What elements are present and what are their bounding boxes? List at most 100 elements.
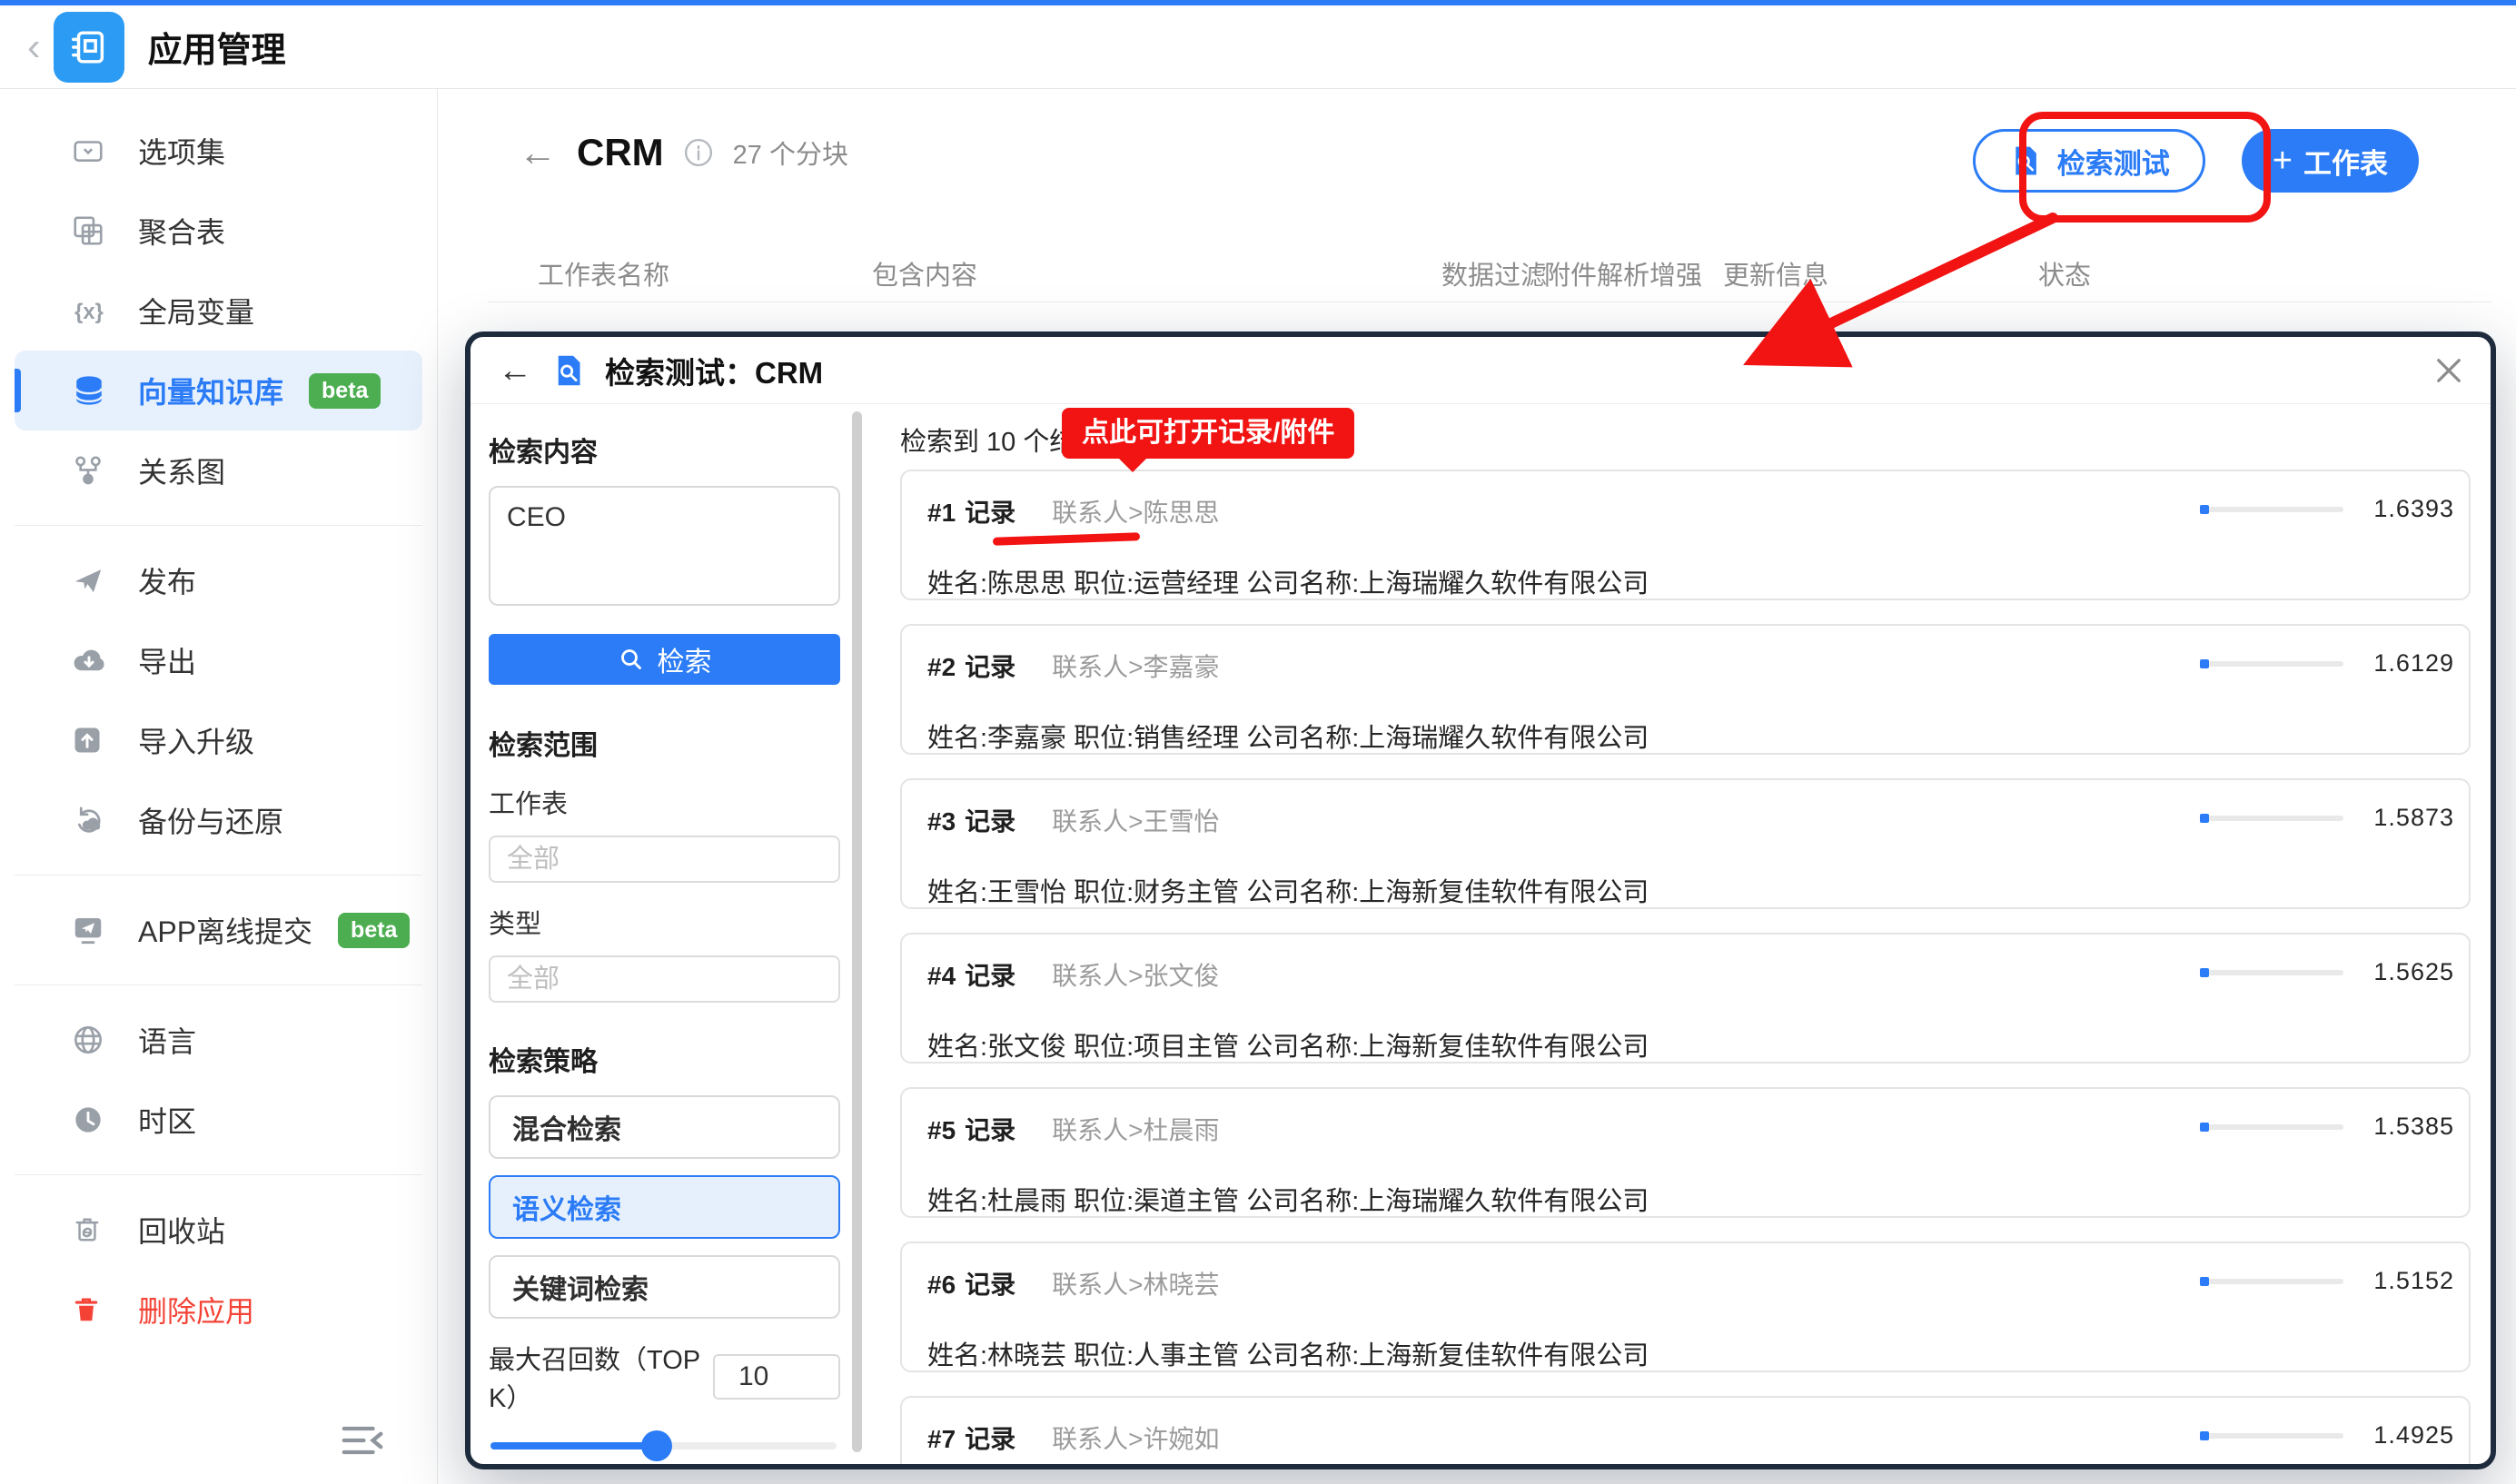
result-type: 记录 bbox=[965, 648, 1015, 684]
sidebar-collapse-icon[interactable] bbox=[339, 1420, 386, 1460]
col-attachment-parse: 附件解析增强 bbox=[1544, 254, 1702, 292]
score-bar bbox=[2200, 507, 2343, 512]
add-worksheet-label: 工作表 bbox=[2303, 141, 2388, 182]
result-record-link[interactable]: 联系人>张文俊 bbox=[1052, 956, 1219, 993]
sidebar-item-timezone[interactable]: 时区 bbox=[15, 1080, 422, 1160]
result-detail: 姓名:李嘉豪 职位:销售经理 公司名称:上海瑞耀久软件有限公司 bbox=[927, 717, 2443, 755]
sidebar-item-import-upgrade[interactable]: 导入升级 bbox=[15, 700, 422, 780]
search-settings-panel: 检索内容 CEO 检索 检索范围 工作表 类型 检索策略 混合检索 语义检索 关… bbox=[471, 404, 864, 1463]
topk-slider[interactable] bbox=[490, 1442, 837, 1449]
modal-back-arrow-icon[interactable]: ← bbox=[498, 353, 532, 388]
sidebar: 选项集 聚合表 {x} 全局变量 向量知识库 beta 关系图 bbox=[0, 89, 438, 1484]
window-back-chevron-icon[interactable]: ‹ bbox=[27, 27, 41, 67]
aggregate-table-icon bbox=[71, 213, 107, 249]
app-offline-submit-icon bbox=[71, 912, 107, 948]
left-panel-scrollbar[interactable] bbox=[852, 411, 862, 1452]
app-logo-icon[interactable] bbox=[54, 12, 124, 83]
score-value: 1.5385 bbox=[2367, 1113, 2454, 1141]
add-worksheet-button[interactable]: + 工作表 bbox=[2242, 129, 2419, 193]
result-rank: #4 bbox=[927, 962, 956, 991]
delete-trash-icon bbox=[71, 1291, 107, 1328]
score-value: 1.5873 bbox=[2367, 804, 2454, 832]
result-detail: 姓名:张文俊 职位:项目主管 公司名称:上海新复佳软件有限公司 bbox=[927, 1025, 2443, 1064]
annotation-tooltip: 点此可打开记录/附件 bbox=[1062, 408, 1354, 459]
retrieval-test-button[interactable]: 检索测试 bbox=[1973, 129, 2205, 193]
sidebar-item-app-offline-submit[interactable]: APP离线提交 beta bbox=[15, 890, 422, 970]
search-results-panel: 检索到 10 个结果 点此可打开记录/附件 #1 记录 联系人>陈思思 姓名:陈… bbox=[864, 404, 2491, 1463]
result-card: #3 记录 联系人>王雪怡 姓名:王雪怡 职位:财务主管 公司名称:上海新复佳软… bbox=[900, 778, 2471, 909]
doc-search-icon bbox=[2008, 143, 2043, 178]
sidebar-item-label: APP离线提交 bbox=[138, 909, 312, 951]
sidebar-item-publish[interactable]: 发布 bbox=[15, 540, 422, 620]
option-set-icon bbox=[71, 133, 107, 169]
sidebar-item-global-variables[interactable]: {x} 全局变量 bbox=[15, 271, 422, 351]
score-value: 1.6129 bbox=[2367, 649, 2454, 678]
result-detail: 姓名:杜晨雨 职位:渠道主管 公司名称:上海瑞耀久软件有限公司 bbox=[927, 1180, 2443, 1218]
crm-title: CRM bbox=[577, 131, 664, 174]
result-detail: 姓名:陈思思 职位:运营经理 公司名称:上海瑞耀久软件有限公司 bbox=[927, 562, 2443, 600]
sidebar-item-export[interactable]: 导出 bbox=[15, 620, 422, 700]
beta-badge: beta bbox=[338, 913, 410, 948]
score-bar bbox=[2200, 1124, 2343, 1130]
retrieval-test-label: 检索测试 bbox=[2057, 141, 2170, 182]
sidebar-item-delete-app[interactable]: 删除应用 bbox=[15, 1270, 422, 1350]
search-query-input[interactable]: CEO bbox=[489, 486, 840, 606]
worksheet-page-header: ← CRM 27 个分块 bbox=[519, 131, 848, 174]
worksheet-filter-input[interactable] bbox=[489, 836, 840, 883]
sidebar-item-label: 向量知识库 bbox=[138, 370, 283, 411]
backup-restore-icon bbox=[71, 802, 107, 838]
chunk-count: 27 个分块 bbox=[733, 134, 848, 172]
type-filter-input[interactable] bbox=[489, 955, 840, 1003]
topk-input[interactable] bbox=[713, 1354, 840, 1400]
result-record-link[interactable]: 联系人>陈思思 bbox=[1052, 493, 1219, 529]
search-icon bbox=[618, 646, 645, 673]
sidebar-divider bbox=[15, 875, 422, 876]
sidebar-item-label: 语言 bbox=[138, 1019, 196, 1061]
strategy-hybrid-button[interactable]: 混合检索 bbox=[489, 1095, 840, 1159]
result-record-link[interactable]: 联系人>王雪怡 bbox=[1052, 802, 1219, 838]
search-scope-label: 检索范围 bbox=[489, 723, 840, 763]
strategy-keyword-button[interactable]: 关键词检索 bbox=[489, 1255, 840, 1319]
sidebar-item-label: 关系图 bbox=[138, 450, 225, 491]
sidebar-item-relation-graph[interactable]: 关系图 bbox=[15, 430, 422, 510]
svg-text:{x}: {x} bbox=[74, 300, 104, 324]
beta-badge: beta bbox=[309, 373, 381, 409]
score-bar bbox=[2200, 1279, 2343, 1284]
relation-graph-icon bbox=[71, 452, 107, 489]
col-data-filter: 数据过滤 bbox=[1441, 254, 1547, 292]
sidebar-item-label: 聚合表 bbox=[138, 210, 225, 252]
export-cloud-icon bbox=[71, 642, 107, 678]
info-icon[interactable] bbox=[684, 138, 713, 167]
sidebar-item-language[interactable]: 语言 bbox=[15, 1000, 422, 1080]
result-record-link[interactable]: 联系人>杜晨雨 bbox=[1052, 1111, 1219, 1147]
result-card: #5 记录 联系人>杜晨雨 姓名:杜晨雨 职位:渠道主管 公司名称:上海瑞耀久软… bbox=[900, 1087, 2471, 1218]
result-rank: #5 bbox=[927, 1116, 956, 1145]
top-accent-strip bbox=[0, 0, 2516, 5]
topk-slider-thumb[interactable] bbox=[641, 1430, 672, 1461]
result-record-link[interactable]: 联系人>李嘉豪 bbox=[1052, 648, 1219, 684]
result-detail: 姓名:林晓芸 职位:人事主管 公司名称:上海新复佳软件有限公司 bbox=[927, 1334, 2443, 1372]
sidebar-divider bbox=[15, 984, 422, 985]
modal-body: 检索内容 CEO 检索 检索范围 工作表 类型 检索策略 混合检索 语义检索 关… bbox=[471, 404, 2491, 1463]
back-arrow-icon[interactable]: ← bbox=[519, 134, 557, 172]
sidebar-item-label: 导入升级 bbox=[138, 719, 254, 761]
result-record-link[interactable]: 联系人>许婉如 bbox=[1052, 1420, 1219, 1456]
sidebar-item-vector-knowledge-base[interactable]: 向量知识库 beta bbox=[15, 351, 422, 430]
col-update-info: 更新信息 bbox=[1723, 254, 1828, 292]
result-type: 记录 bbox=[965, 493, 1015, 529]
search-button[interactable]: 检索 bbox=[489, 634, 840, 685]
header-buttons: 检索测试 + 工作表 bbox=[1973, 129, 2419, 193]
result-type: 记录 bbox=[965, 1420, 1015, 1456]
sidebar-item-backup-restore[interactable]: 备份与还原 bbox=[15, 780, 422, 860]
sidebar-item-recycle-bin[interactable]: 回收站 bbox=[15, 1190, 422, 1270]
sidebar-item-label: 导出 bbox=[138, 639, 196, 681]
sidebar-item-aggregate-table[interactable]: 聚合表 bbox=[15, 191, 422, 271]
sidebar-item-label: 发布 bbox=[138, 559, 196, 601]
strategy-semantic-button[interactable]: 语义检索 bbox=[489, 1175, 840, 1239]
sidebar-item-option-set[interactable]: 选项集 bbox=[15, 111, 422, 191]
result-rank: #3 bbox=[927, 807, 956, 836]
result-record-link[interactable]: 联系人>林晓芸 bbox=[1052, 1265, 1219, 1301]
close-icon[interactable] bbox=[2431, 352, 2467, 389]
score-bar bbox=[2200, 1433, 2343, 1439]
result-type: 记录 bbox=[965, 802, 1015, 838]
